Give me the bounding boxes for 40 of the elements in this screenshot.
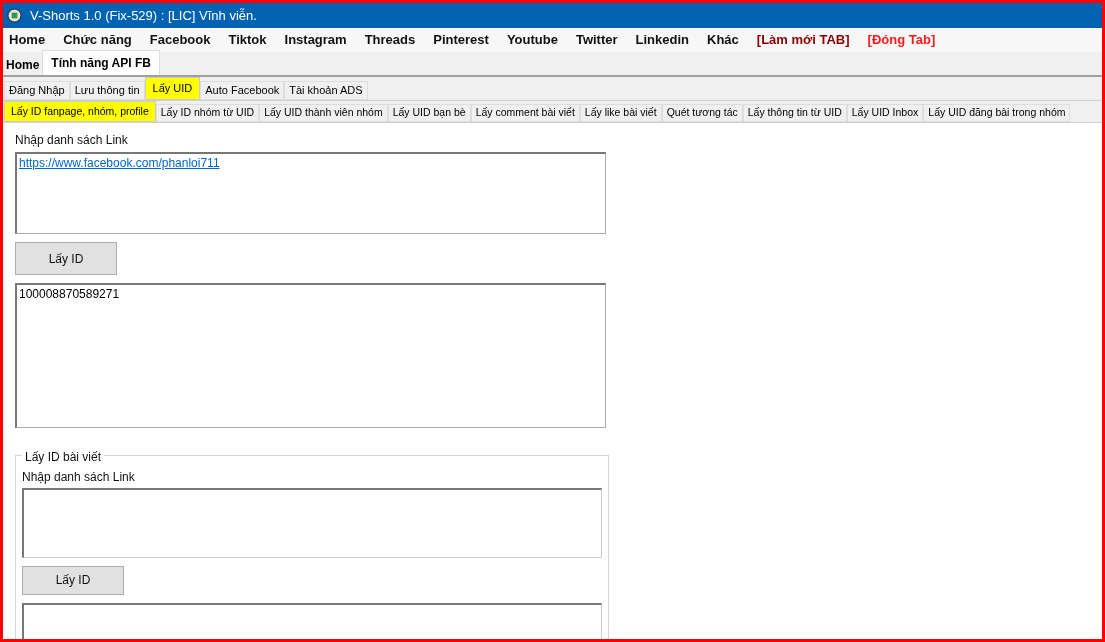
field-label: Nhập danh sách Link — [22, 469, 136, 486]
tab[interactable]: Lấy UID đăng bài trong nhóm — [923, 104, 1071, 122]
link-input-field[interactable] — [22, 488, 602, 559]
tab[interactable]: Lưu thông tin — [69, 81, 145, 100]
menu-item[interactable]: Tiktok — [228, 30, 267, 50]
app-icon — [7, 8, 22, 23]
menu-item[interactable]: Khác — [707, 30, 739, 50]
group-title: Lấy ID bài viết — [22, 448, 105, 466]
menu-item[interactable]: Instagram — [284, 30, 347, 50]
tab[interactable]: Lấy UID bạn bè — [387, 104, 471, 122]
tab[interactable]: Lấy thông tin từ UID — [742, 104, 847, 122]
field-label: Nhập danh sách Link — [15, 132, 129, 149]
tab[interactable]: Lấy ID nhóm từ UID — [155, 104, 260, 122]
menu-item[interactable]: Chức năng — [63, 30, 132, 50]
tab[interactable]: Lấy UID Inbox — [846, 104, 924, 122]
menu-item[interactable]: Pinterest — [433, 30, 489, 50]
tab[interactable]: Đăng Nhập — [4, 81, 70, 100]
menu-item[interactable]: Youtube — [506, 30, 558, 50]
result-output-field[interactable] — [22, 602, 602, 639]
tab[interactable]: Lấy UID — [144, 77, 201, 100]
menu-item[interactable]: Facebook — [149, 30, 211, 50]
tab[interactable]: Tài khoản ADS — [284, 81, 368, 100]
get-id-button[interactable]: Lấy ID — [15, 242, 117, 275]
menu-item[interactable]: [Đóng Tab] — [867, 30, 936, 50]
result-output-field[interactable]: 100008870589271 — [15, 283, 606, 428]
menu-item[interactable]: Home — [9, 30, 46, 50]
get-id-button[interactable]: Lấy ID — [22, 566, 124, 595]
tab[interactable]: Quét tương tác — [661, 104, 743, 122]
menu-item[interactable]: Threads — [364, 30, 416, 50]
menu-item[interactable]: [Làm mới TAB] — [756, 30, 850, 50]
link-input-field[interactable]: https://www.facebook.com/phanloi711 — [15, 152, 606, 234]
tab[interactable]: Lấy ID fanpage, nhóm, profile — [4, 101, 156, 122]
menu-item[interactable]: Linkedin — [635, 30, 689, 50]
tab[interactable]: Auto Facebook — [200, 81, 285, 100]
tab[interactable]: Lấy UID thành viên nhóm — [259, 104, 388, 122]
menu-item[interactable]: Twitter — [575, 30, 618, 50]
tab[interactable]: Lấy like bài viết — [579, 104, 662, 122]
tab[interactable]: Lấy comment bài viết — [470, 104, 580, 122]
tab[interactable]: Tính năng API FB — [42, 50, 160, 75]
window-title: V-Shorts 1.0 (Fix-529) : [LIC] Vĩnh viễn. — [30, 6, 257, 25]
